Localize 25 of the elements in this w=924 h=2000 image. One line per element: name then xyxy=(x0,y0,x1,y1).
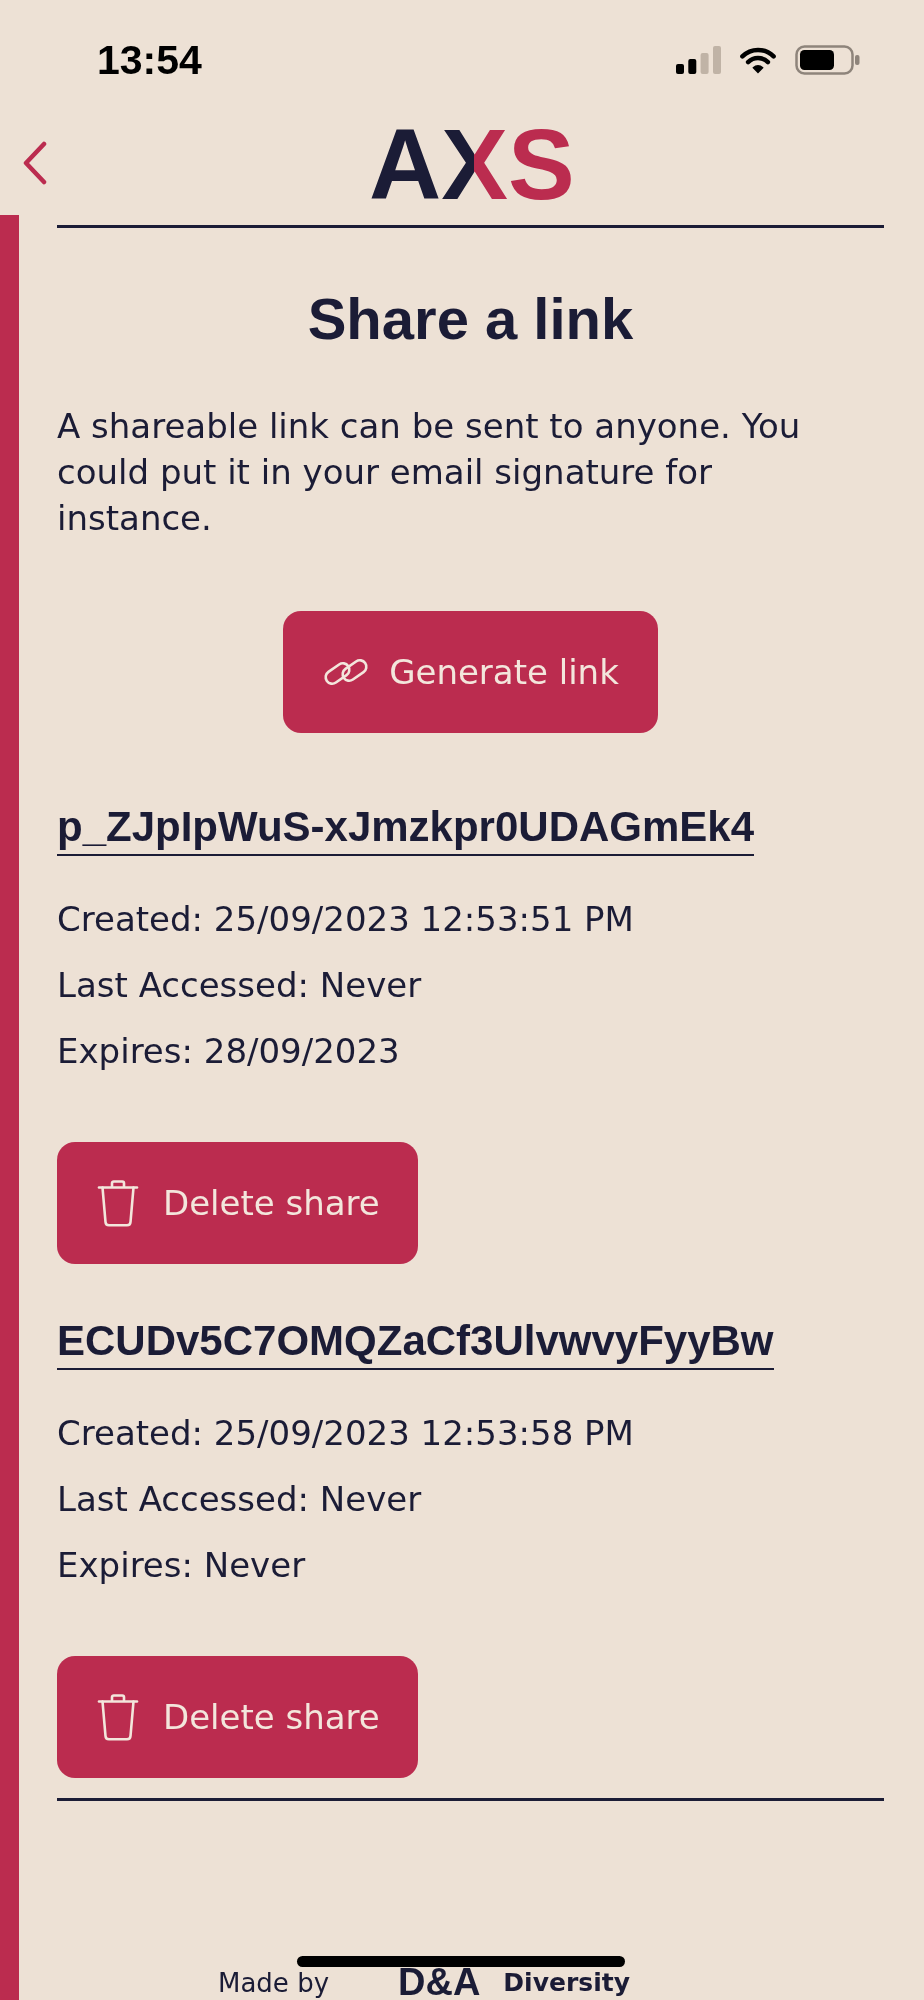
wifi-icon xyxy=(738,46,778,74)
app-logo: AXS xyxy=(369,125,577,201)
last-accessed-text: Last Accessed: Never xyxy=(57,1478,423,1521)
expires-text: Expires: Never xyxy=(57,1544,307,1587)
made-by-text: Made by xyxy=(218,1968,330,1998)
share-link[interactable]: ECUDv5C7OMQZaCf3UlvwvyFyyBw xyxy=(57,1316,774,1370)
chevron-left-icon xyxy=(22,141,48,185)
back-button[interactable] xyxy=(22,141,48,185)
expires-text: Expires: 28/09/2023 xyxy=(57,1030,401,1073)
created-text: Created: 25/09/2023 12:53:58 PM xyxy=(57,1412,634,1455)
description-text: A shareable link can be sent to anyone. You could put it in your email signature for instance. xyxy=(57,405,802,540)
trash-icon xyxy=(97,1179,139,1227)
status-time: 13:54 xyxy=(97,38,202,82)
created-text: Created: 25/09/2023 12:53:51 PM xyxy=(57,898,634,941)
footer-tagline: Diversity xyxy=(503,1968,630,1998)
footer-logo: D&A xyxy=(398,1966,481,1998)
page-title: Share a link xyxy=(306,285,635,353)
generate-link-button[interactable]: Generate link xyxy=(283,611,658,733)
delete-share-button[interactable]: Delete share xyxy=(57,1142,418,1264)
battery-icon xyxy=(795,45,860,75)
trash-icon xyxy=(97,1693,139,1741)
last-accessed-text: Last Accessed: Never xyxy=(57,964,423,1007)
share-link[interactable]: p_ZJpIpWuS-xJmzkpr0UDAGmEk4 xyxy=(57,802,755,856)
delete-share-button[interactable]: Delete share xyxy=(57,1656,418,1778)
signal-icon xyxy=(676,46,721,74)
